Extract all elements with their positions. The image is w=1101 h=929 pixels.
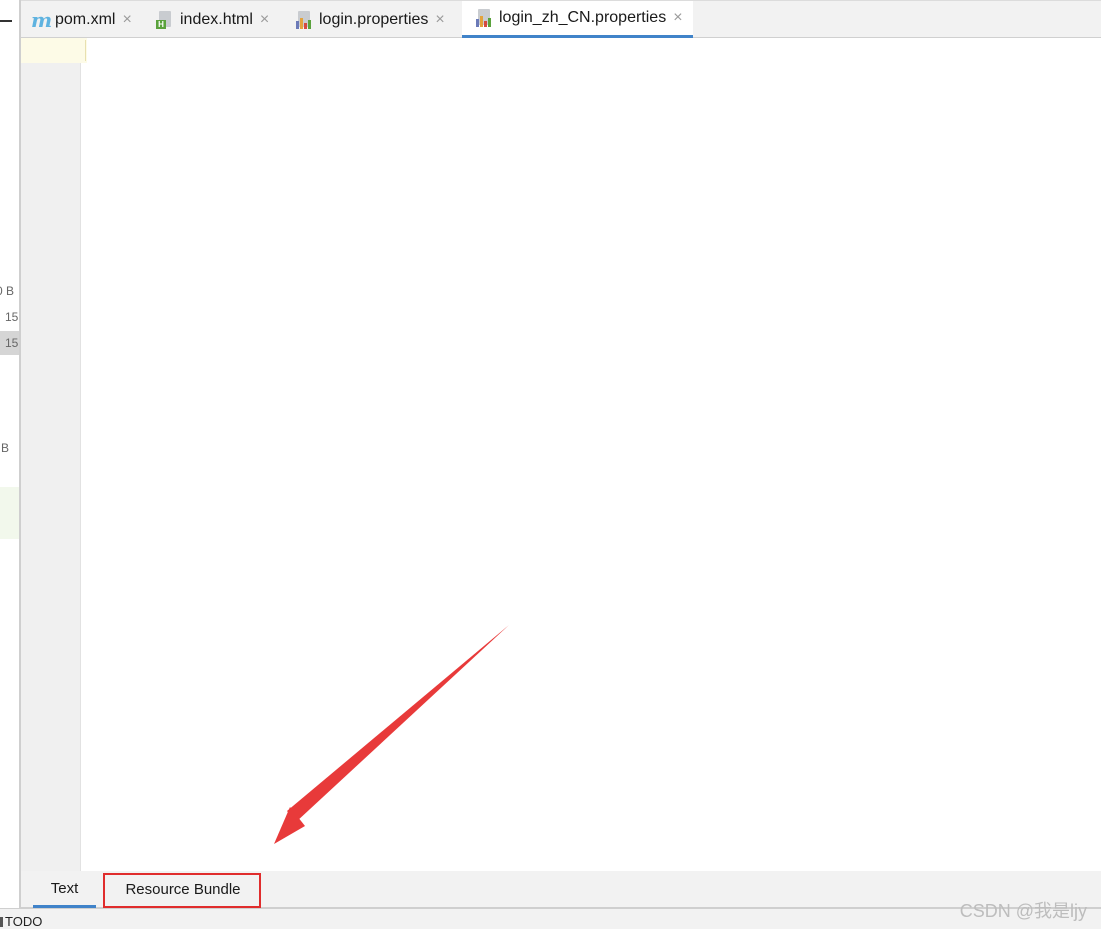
- tab-login-properties[interactable]: login.properties ×: [295, 1, 445, 38]
- status-bar: TODO: [0, 908, 1101, 929]
- tree-fragment: 0 B: [0, 284, 15, 298]
- collapse-icon[interactable]: [0, 20, 12, 22]
- current-line-highlight: [21, 38, 87, 63]
- watermark: CSDN @我是ljy: [959, 901, 1087, 921]
- todo-tool-button[interactable]: TODO: [0, 914, 42, 929]
- tree-fragment: 15: [5, 336, 19, 350]
- close-icon[interactable]: ×: [435, 11, 444, 29]
- tree-row-highlight: [0, 487, 19, 539]
- tab-index-html[interactable]: H index.html ×: [156, 1, 269, 38]
- tab-label: pom.xml: [55, 10, 116, 28]
- project-panel-strip: 0 B 15 15 B: [0, 0, 19, 908]
- close-icon[interactable]: ×: [260, 11, 269, 29]
- tab-label: login.properties: [319, 10, 429, 28]
- tab-label: login_zh_CN.properties: [499, 9, 667, 26]
- annotation-highlight-box: [103, 873, 261, 908]
- tree-fragment: 15: [5, 310, 19, 324]
- tab-text-label: Text: [50, 879, 79, 897]
- text-editor[interactable]: [81, 38, 1101, 871]
- tree-fragment: B: [1, 441, 10, 455]
- html-file-icon: H: [156, 10, 174, 30]
- tab-label: index.html: [180, 10, 253, 28]
- close-icon[interactable]: ×: [122, 11, 131, 29]
- tab-pom-xml[interactable]: m pom.xml ×: [31, 1, 132, 38]
- maven-icon: m: [31, 7, 53, 32]
- line-number-gutter[interactable]: [21, 38, 80, 871]
- todo-icon: [0, 917, 3, 927]
- tab-login-zh-cn-properties[interactable]: login_zh_CN.properties ×: [462, 1, 693, 38]
- editor-tab-bar: m pom.xml × H index.html × login.propert…: [21, 0, 1101, 38]
- properties-file-icon: [475, 8, 493, 28]
- close-icon[interactable]: ×: [673, 9, 682, 27]
- todo-label: TODO: [5, 914, 43, 929]
- properties-file-icon: [295, 10, 313, 30]
- tab-text[interactable]: Text: [33, 871, 96, 908]
